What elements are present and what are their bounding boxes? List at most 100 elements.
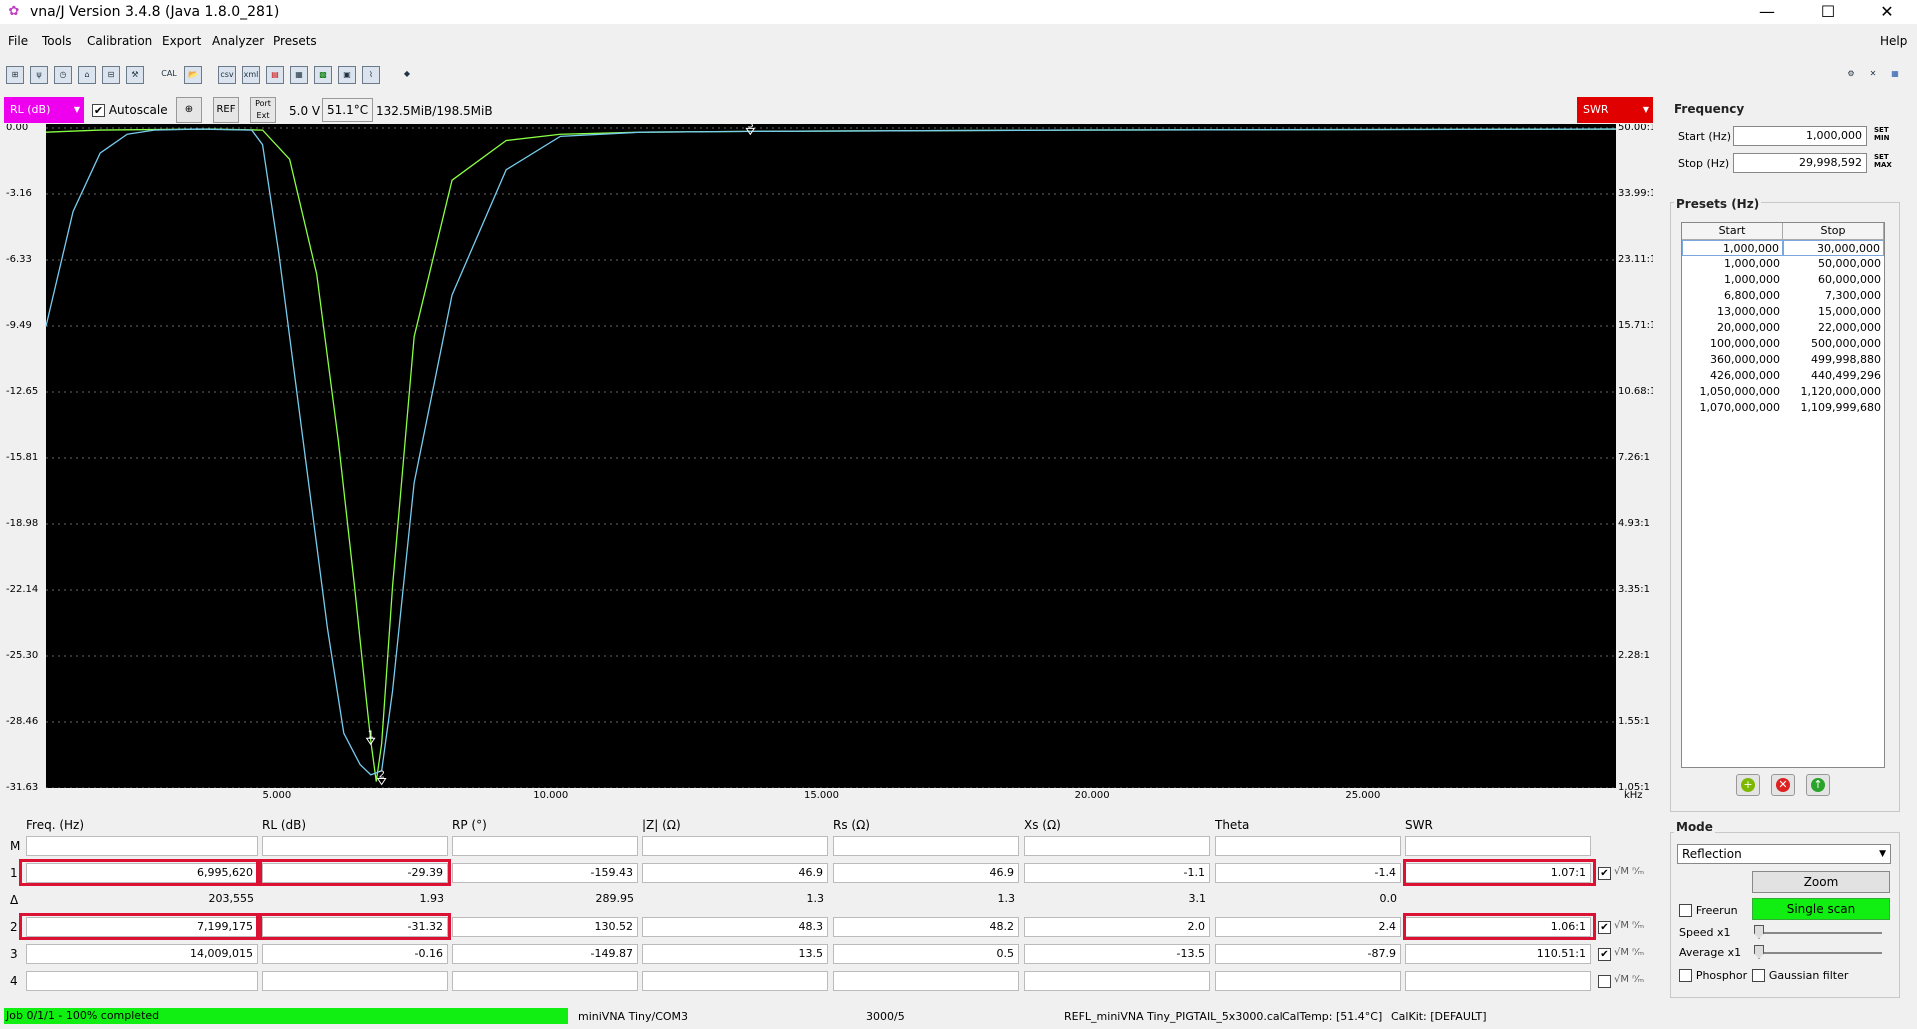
marker-label[interactable]: 3: [747, 124, 753, 130]
marker-options-icon[interactable]: √M ⁿ⁄ₘ: [1614, 920, 1644, 931]
set-start-button[interactable]: SET MIN: [1874, 126, 1889, 142]
stop-label: Stop (Hz): [1678, 157, 1730, 170]
marker-options-icon[interactable]: √M ⁿ⁄ₘ: [1614, 947, 1644, 958]
mode-select[interactable]: Reflection ▼: [1677, 844, 1891, 864]
marker-enable-checkbox[interactable]: [1598, 975, 1611, 988]
stop-frequency-input[interactable]: 29,998,592: [1733, 153, 1867, 173]
preset-row[interactable]: 1,000,000 60,000,000: [1682, 272, 1884, 288]
maximize-button[interactable]: ☐: [1805, 0, 1851, 24]
menu-presets[interactable]: Presets: [273, 34, 317, 48]
chart-icon[interactable]: ⌇: [362, 66, 380, 84]
marker-cell: -13.5: [1024, 944, 1210, 964]
presets-table[interactable]: Start Stop 1,000,000 30,000,000 1,000,000 5…: [1681, 222, 1885, 768]
speed-slider[interactable]: [1757, 932, 1882, 934]
calibration-icon[interactable]: ⌂: [78, 66, 96, 84]
marker-cell[interactable]: [1024, 836, 1210, 856]
xls-icon[interactable]: ▩: [314, 66, 332, 84]
ref-button[interactable]: REF: [213, 97, 239, 123]
preset-row[interactable]: 360,000,000 499,998,880: [1682, 352, 1884, 368]
cal-icon[interactable]: CAL: [160, 66, 178, 84]
single-scan-button[interactable]: Single scan: [1752, 898, 1890, 920]
open-icon[interactable]: 📂: [184, 66, 202, 84]
wrench-icon[interactable]: ✕: [1864, 66, 1882, 84]
delete-preset-button[interactable]: ✕: [1771, 774, 1795, 796]
marker-options-icon[interactable]: √M ⁿ⁄ₘ: [1614, 866, 1644, 877]
marker-enable-checkbox[interactable]: ✔: [1598, 921, 1611, 934]
load-preset-button[interactable]: ↑: [1806, 774, 1830, 796]
preset-row[interactable]: 1,000,000 50,000,000: [1682, 256, 1884, 272]
eraser-icon[interactable]: ◆: [398, 66, 416, 84]
close-button[interactable]: ✕: [1864, 0, 1910, 24]
marker-row-label: 3: [10, 947, 18, 961]
pdf-icon[interactable]: ▤: [266, 66, 284, 84]
marker-cell[interactable]: [452, 836, 638, 856]
marker-cell[interactable]: [642, 836, 828, 856]
analyzer-icon[interactable]: ⊞: [6, 66, 24, 84]
preset-row[interactable]: 100,000,000 500,000,000: [1682, 336, 1884, 352]
xml-icon[interactable]: xml: [242, 66, 260, 84]
port-ext-button[interactable]: Port Ext: [250, 97, 276, 123]
right-trace-select[interactable]: SWR ▼: [1577, 97, 1653, 123]
marker-cell[interactable]: [833, 836, 1019, 856]
minimize-button[interactable]: —: [1744, 0, 1790, 24]
zplots-icon[interactable]: ▦: [290, 66, 308, 84]
menu-tools[interactable]: Tools: [42, 34, 72, 48]
menu-file[interactable]: File: [8, 34, 28, 48]
preset-start: 1,000,000: [1724, 257, 1780, 270]
antenna-icon[interactable]: ψ: [30, 66, 48, 84]
settings-icon[interactable]: ⚙: [1842, 66, 1860, 84]
phosphor-checkbox[interactable]: Phosphor: [1679, 968, 1747, 982]
preset-start: 1,000,000: [1682, 240, 1783, 256]
marker-cell: 48.2: [833, 917, 1019, 937]
y-tick-right: 3.35:1: [1618, 584, 1650, 595]
add-preset-button[interactable]: +: [1736, 774, 1760, 796]
menu-analyzer[interactable]: Analyzer: [212, 34, 264, 48]
left-trace-select[interactable]: RL (dB) ▼: [4, 97, 84, 123]
preset-row[interactable]: 1,000,000 30,000,000: [1682, 240, 1884, 256]
average-slider[interactable]: [1757, 952, 1882, 954]
marker-cell[interactable]: [262, 836, 448, 856]
snp-icon[interactable]: ▣: [338, 66, 356, 84]
marker-row-label: M: [10, 839, 21, 853]
marker-row-label: 2: [10, 920, 18, 934]
plot-area[interactable]: 123 0.00 -3.16 -6.33 -9.49 -12.65 -15.81 -18.9…: [4, 124, 1653, 802]
phosphor-label: Phosphor: [1695, 969, 1748, 982]
x-tick: 25.000: [1345, 790, 1381, 801]
axis-strip: [1616, 124, 1653, 802]
preset-row[interactable]: 1,070,000,000 1,109,999,680: [1682, 400, 1884, 416]
menu-help[interactable]: Help: [1880, 34, 1907, 48]
marker-enable-checkbox[interactable]: ✔: [1598, 948, 1611, 961]
clock-icon[interactable]: ◷: [54, 66, 72, 84]
marker-cell[interactable]: [1405, 836, 1591, 856]
preset-row[interactable]: 6,800,000 7,300,000: [1682, 288, 1884, 304]
preset-row[interactable]: 13,000,000 15,000,000: [1682, 304, 1884, 320]
marker-cell: [833, 971, 1019, 991]
grid-icon[interactable]: ▦: [1886, 66, 1904, 84]
preset-row[interactable]: 426,000,000 440,499,296: [1682, 368, 1884, 384]
preset-row[interactable]: 1,050,000,000 1,120,000,000: [1682, 384, 1884, 400]
col-z: |Z| (Ω): [642, 818, 681, 832]
marker-cell[interactable]: [1215, 836, 1401, 856]
menu-export[interactable]: Export: [162, 34, 201, 48]
csv-icon[interactable]: csv: [218, 66, 236, 84]
marker-cell[interactable]: [26, 836, 258, 856]
gaussian-checkbox[interactable]: Gaussian filter: [1752, 968, 1848, 982]
tools-icon[interactable]: ⚒: [126, 66, 144, 84]
set-stop-button[interactable]: SET MAX: [1874, 153, 1892, 169]
marker-cell: [452, 971, 638, 991]
marker-enable-checkbox[interactable]: ✔: [1598, 867, 1611, 880]
scope-button[interactable]: ⊕: [176, 97, 202, 123]
preset-stop: 1,109,999,680: [1800, 401, 1881, 414]
x-tick: 15.000: [803, 790, 839, 801]
autoscale-checkbox[interactable]: ✔ Autoscale: [92, 103, 168, 117]
network-icon[interactable]: ⊟: [102, 66, 120, 84]
menu-calibration[interactable]: Calibration: [87, 34, 152, 48]
preset-start: 426,000,000: [1710, 369, 1780, 382]
plot-svg: 123: [4, 124, 1653, 802]
freerun-checkbox[interactable]: Freerun: [1679, 903, 1738, 917]
marker-cell: 1.3: [833, 890, 1019, 910]
marker-options-icon[interactable]: √M ⁿ⁄ₘ: [1614, 974, 1644, 985]
zoom-button[interactable]: Zoom: [1752, 871, 1890, 893]
preset-row[interactable]: 20,000,000 22,000,000: [1682, 320, 1884, 336]
start-frequency-input[interactable]: 1,000,000: [1733, 126, 1867, 146]
